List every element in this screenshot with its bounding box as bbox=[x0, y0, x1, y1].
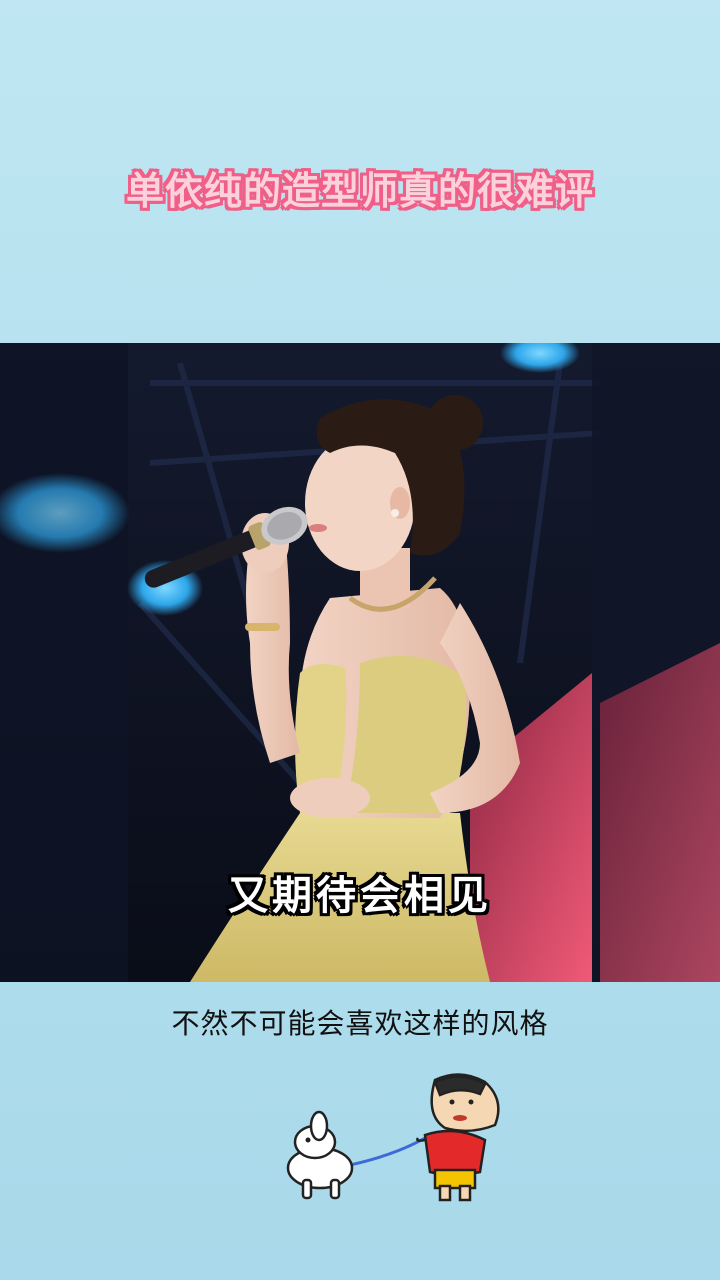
crayon-shinchan-walking-dog-icon bbox=[275, 1060, 525, 1210]
video-subtitle: 又期待会相见 bbox=[228, 873, 492, 919]
video-player[interactable]: 又期待会相见 bbox=[0, 343, 720, 982]
caption-text: 不然不可能会喜欢这样的风格 bbox=[171, 1007, 549, 1040]
video-title: 单依纯的造型师真的很难评 bbox=[125, 169, 594, 213]
